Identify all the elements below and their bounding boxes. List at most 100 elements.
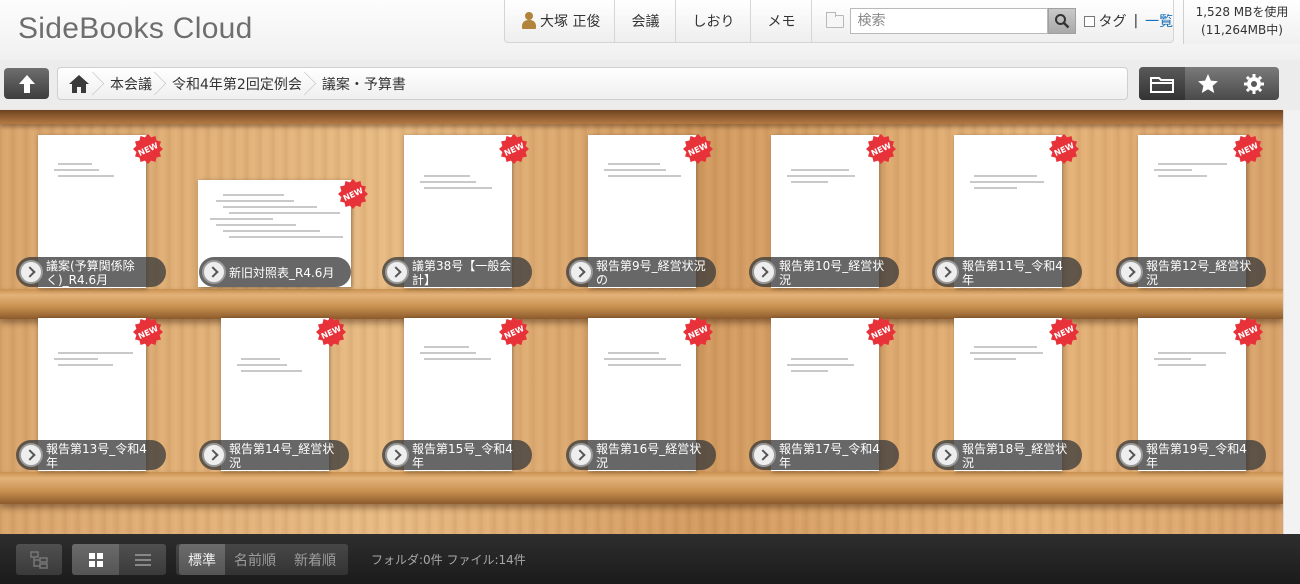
book-label[interactable]: 報告第12号_経営状況 の報告について(令和3 <box>1116 257 1266 287</box>
document-line <box>229 236 343 238</box>
document-thumbnail <box>1150 163 1234 181</box>
new-badge-icon: NEW <box>1233 317 1263 347</box>
book-title: 報告第9号_経営状況の 報告について(令和3年 <box>596 258 706 287</box>
book-label[interactable]: 報告第15号_令和4年 度公益社団法人農業公 <box>382 440 532 470</box>
book-title: 報告第14号_経営状況 の報告について(令和3 <box>229 441 335 470</box>
open-arrow-icon[interactable] <box>19 260 43 284</box>
book-title: 報告第16号_経営状況 の報告について(令和3 <box>596 441 702 470</box>
open-arrow-icon[interactable] <box>935 443 959 467</box>
document-line <box>222 230 320 232</box>
open-arrow-icon[interactable] <box>569 260 593 284</box>
book-label[interactable]: 報告第10号_経営状況 の報告について(令和3 <box>749 257 899 287</box>
open-arrow-icon[interactable] <box>19 443 43 467</box>
document-line <box>974 346 1037 348</box>
book-title: 報告第13号_令和4年 度有限会社西谷温泉事 <box>46 441 147 470</box>
separator: | <box>1133 13 1139 29</box>
tag-label[interactable]: タグ <box>1098 11 1126 31</box>
book-label[interactable]: 報告第19号_令和4年 度株式会社農業生産法 <box>1116 440 1266 470</box>
favorites-button[interactable] <box>1185 67 1231 100</box>
document-line <box>974 358 1017 360</box>
book-title: 報告第17号_令和4年 度株式会社道の駅なか <box>779 441 880 470</box>
new-badge-icon: NEW <box>1049 317 1079 347</box>
search-icon <box>1055 14 1070 29</box>
document-line <box>604 169 667 171</box>
document-line <box>424 175 470 177</box>
book-label[interactable]: 報告第11号_令和4年 度有限会社はばたき事 <box>932 257 1082 287</box>
document-thumbnail <box>210 194 343 242</box>
book-label[interactable]: 新旧対照表_R4.6月 <box>199 257 351 287</box>
book-label[interactable]: 報告第13号_令和4年 度有限会社西谷温泉事 <box>16 440 166 470</box>
tag-checkbox[interactable] <box>1084 15 1096 27</box>
layout-toggle <box>72 544 166 575</box>
book-label[interactable]: 報告第14号_経営状況 の報告について(令和3 <box>199 440 349 470</box>
document-thumbnail <box>416 175 500 193</box>
sort-by-newest[interactable]: 新着順 <box>285 544 345 575</box>
open-arrow-icon[interactable] <box>1119 443 1143 467</box>
folder-button[interactable] <box>1139 67 1185 100</box>
book-label[interactable]: 報告第18号_経営状況 の報告について(令和3 <box>932 440 1082 470</box>
document-line <box>58 364 113 366</box>
memo-link[interactable]: メモ <box>751 0 813 42</box>
up-folder-button[interactable] <box>4 68 49 99</box>
open-arrow-icon[interactable] <box>202 443 226 467</box>
bookmark-link[interactable]: しおり <box>676 0 752 42</box>
document-line <box>970 352 1044 354</box>
document-line <box>608 352 659 354</box>
top-nav: 大塚 正俊 会議 しおり メモ タグ | 一覧 <box>504 0 1175 43</box>
settings-button[interactable] <box>1231 67 1277 100</box>
document-line <box>974 175 1038 177</box>
open-arrow-icon[interactable] <box>935 260 959 284</box>
new-badge-icon: NEW <box>499 317 529 347</box>
sort-default[interactable]: 標準 <box>179 544 225 575</box>
book-label[interactable]: 報告第16号_経営状況 の報告について(令和3 <box>566 440 716 470</box>
book-label[interactable]: 報告第17号_令和4年 度株式会社道の駅なか <box>749 440 899 470</box>
open-arrow-icon[interactable] <box>1119 260 1143 284</box>
open-arrow-icon[interactable] <box>385 260 409 284</box>
grid-view-button[interactable] <box>72 544 119 575</box>
document-line <box>1158 352 1227 354</box>
open-arrow-icon[interactable] <box>752 443 776 467</box>
document-line <box>1154 358 1192 360</box>
list-view-button[interactable] <box>119 544 166 575</box>
open-arrow-icon[interactable] <box>202 260 226 284</box>
search-input[interactable] <box>850 8 1049 34</box>
open-arrow-icon[interactable] <box>752 260 776 284</box>
sort-by-name[interactable]: 名前順 <box>225 544 285 575</box>
new-badge-icon: NEW <box>316 317 346 347</box>
search-button[interactable] <box>1048 8 1077 34</box>
document-line <box>1158 364 1207 366</box>
breadcrumb-item[interactable]: 本会議 <box>102 68 164 99</box>
item-count: フォルダ:0件 ファイル:14件 <box>371 553 526 567</box>
breadcrumb-home[interactable] <box>58 68 102 99</box>
document-line <box>222 194 284 196</box>
book-label[interactable]: 報告第9号_経営状況の 報告について(令和3年 <box>566 257 716 287</box>
user-menu[interactable]: 大塚 正俊 <box>505 0 616 42</box>
document-line <box>608 364 681 366</box>
book-title: 報告第19号_令和4年 度株式会社農業生産法 <box>1146 441 1247 470</box>
scrollbar[interactable] <box>1283 110 1300 534</box>
open-arrow-icon[interactable] <box>385 443 409 467</box>
folder-scope-icon[interactable] <box>826 11 845 28</box>
new-badge-icon: NEW <box>1233 134 1263 164</box>
book-title: 報告第11号_令和4年 度有限会社はばたき事 <box>962 258 1063 287</box>
book-label[interactable]: 議案(予算関係除 く)_R4.6月 <box>16 257 166 287</box>
open-arrow-icon[interactable] <box>569 443 593 467</box>
book-label[interactable]: 議第38号【一般会計】 R4補正(第2号) <box>382 257 532 287</box>
breadcrumb-current[interactable]: 議案・予算書 <box>314 68 418 99</box>
book-title: 新旧対照表_R4.6月 <box>229 265 335 280</box>
book-title: 報告第18号_経営状況 の報告について(令和3 <box>962 441 1068 470</box>
document-line <box>229 212 341 214</box>
document-line <box>787 364 855 366</box>
new-badge-icon: NEW <box>1049 134 1079 164</box>
app-logo: SideBooks Cloud <box>18 12 253 45</box>
document-line <box>222 206 318 208</box>
breadcrumb-item[interactable]: 令和4年第2回定例会 <box>164 68 314 99</box>
view-tools <box>1139 67 1279 100</box>
list-link[interactable]: 一覧 <box>1145 11 1173 31</box>
meeting-link[interactable]: 会議 <box>615 0 677 42</box>
new-badge-icon: NEW <box>338 179 368 209</box>
document-thumbnail <box>233 358 317 376</box>
tree-icon <box>30 550 48 569</box>
up-arrow-icon <box>18 74 35 93</box>
tree-view-button[interactable] <box>16 544 62 575</box>
